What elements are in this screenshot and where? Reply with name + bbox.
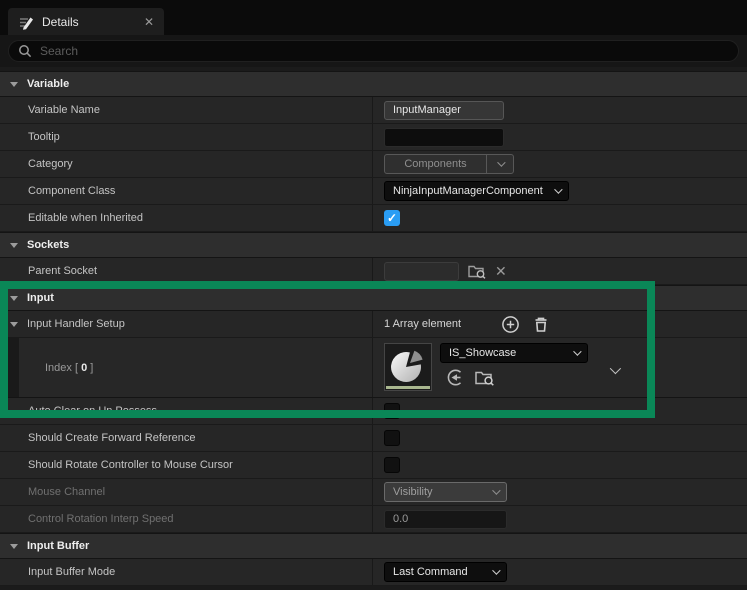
chevron-down-icon — [487, 158, 513, 167]
search-box[interactable] — [8, 40, 739, 62]
browse-to-asset-icon[interactable] — [474, 368, 495, 387]
row-rotate-controller: Should Rotate Controller to Mouse Cursor — [0, 452, 747, 479]
chevron-down-icon — [492, 566, 501, 575]
row-input-buffer-mode: Input Buffer Mode Last Command — [0, 559, 747, 586]
row-label: Component Class — [28, 185, 116, 197]
array-summary: 1 Array element — [384, 318, 462, 330]
add-element-icon[interactable] — [501, 315, 520, 334]
section-header-input[interactable]: Input — [0, 285, 747, 311]
section-header-input-buffer[interactable]: Input Buffer — [0, 533, 747, 559]
control-rotation-input[interactable] — [384, 509, 507, 529]
expand-element-chevron[interactable] — [609, 343, 622, 397]
browse-socket-icon[interactable] — [467, 262, 487, 280]
rotate-controller-checkbox[interactable] — [384, 457, 400, 473]
delete-array-icon[interactable] — [532, 315, 550, 334]
row-label: Variable Name — [28, 104, 100, 116]
row-variable-name: Variable Name — [0, 97, 747, 124]
row-label: Editable when Inherited — [28, 212, 143, 224]
forward-reference-checkbox[interactable] — [384, 430, 400, 446]
collapse-arrow-icon[interactable] — [10, 543, 18, 549]
details-pencil-icon — [20, 17, 33, 30]
asset-color-strip — [386, 386, 430, 389]
auto-clear-checkbox[interactable] — [384, 403, 400, 419]
row-label: Tooltip — [28, 131, 60, 143]
mouse-channel-dropdown[interactable]: Visibility — [384, 482, 507, 502]
row-label: Parent Socket — [28, 265, 98, 277]
chevron-down-icon — [573, 347, 582, 356]
row-label: Category — [28, 158, 73, 170]
row-editable-when-inherited: Editable when Inherited ✓ — [0, 205, 747, 232]
collapse-arrow-icon[interactable] — [10, 242, 18, 248]
search-input[interactable] — [40, 44, 738, 58]
editable-when-inherited-checkbox[interactable]: ✓ — [384, 210, 400, 226]
row-mouse-channel: Mouse Channel Visibility — [0, 479, 747, 506]
chevron-down-icon — [492, 486, 501, 495]
search-icon — [19, 45, 32, 58]
row-label: Input Handler Setup — [27, 318, 125, 330]
check-icon: ✓ — [386, 211, 398, 225]
asset-thumbnail[interactable] — [384, 343, 432, 391]
index-gutter — [0, 338, 19, 397]
collapse-arrow-icon[interactable] — [10, 321, 18, 327]
row-label: Should Create Forward Reference — [28, 432, 196, 444]
component-class-dropdown[interactable]: NinjaInputManagerComponent — [384, 181, 569, 201]
row-component-class: Component Class NinjaInputManagerCompone… — [0, 178, 747, 205]
section-header-sockets[interactable]: Sockets — [0, 232, 747, 258]
tooltip-input[interactable] — [384, 127, 504, 147]
row-label: Should Rotate Controller to Mouse Cursor — [28, 459, 233, 471]
tab-close-icon[interactable]: ✕ — [144, 15, 154, 29]
row-forward-reference: Should Create Forward Reference — [0, 425, 747, 452]
tab-details[interactable]: Details ✕ — [8, 8, 164, 35]
section-header-variable[interactable]: Variable — [0, 71, 747, 97]
row-auto-clear: Auto Clear on Un Possess — [0, 398, 747, 425]
input-buffer-mode-dropdown[interactable]: Last Command — [384, 562, 507, 582]
collapse-arrow-icon[interactable] — [10, 295, 18, 301]
row-parent-socket: Parent Socket ✕ — [0, 258, 747, 285]
tab-strip: Details ✕ — [0, 0, 747, 35]
row-tooltip: Tooltip — [0, 124, 747, 151]
row-label: Mouse Channel — [28, 486, 106, 498]
index-label: Index [ 0 ] — [45, 361, 94, 374]
category-combobox[interactable]: Components — [384, 154, 514, 174]
row-label: Control Rotation Interp Speed — [28, 513, 174, 525]
row-control-rotation: Control Rotation Interp Speed — [0, 506, 747, 533]
row-label: Auto Clear on Un Possess — [28, 405, 158, 417]
collapse-arrow-icon[interactable] — [10, 81, 18, 87]
pie-chart-thumbnail-icon — [391, 350, 423, 382]
variable-name-input[interactable] — [384, 100, 504, 120]
chevron-down-icon — [554, 185, 563, 194]
row-input-handler-setup: Input Handler Setup 1 Array element — [0, 311, 747, 338]
input-setup-asset-dropdown[interactable]: IS_Showcase — [440, 343, 588, 363]
row-array-element-0: Index [ 0 ] IS_Showcase — [0, 338, 747, 398]
details-panel: Details ✕ Variable Variable Name Tooltip — [0, 0, 747, 590]
clear-socket-icon[interactable]: ✕ — [495, 263, 507, 280]
row-category: Category Components — [0, 151, 747, 178]
row-label: Input Buffer Mode — [28, 566, 116, 578]
tab-title: Details — [42, 14, 79, 29]
parent-socket-input[interactable] — [384, 261, 459, 281]
use-selected-asset-icon[interactable] — [446, 368, 465, 387]
search-row — [0, 35, 747, 67]
chevron-down-icon — [609, 362, 622, 375]
